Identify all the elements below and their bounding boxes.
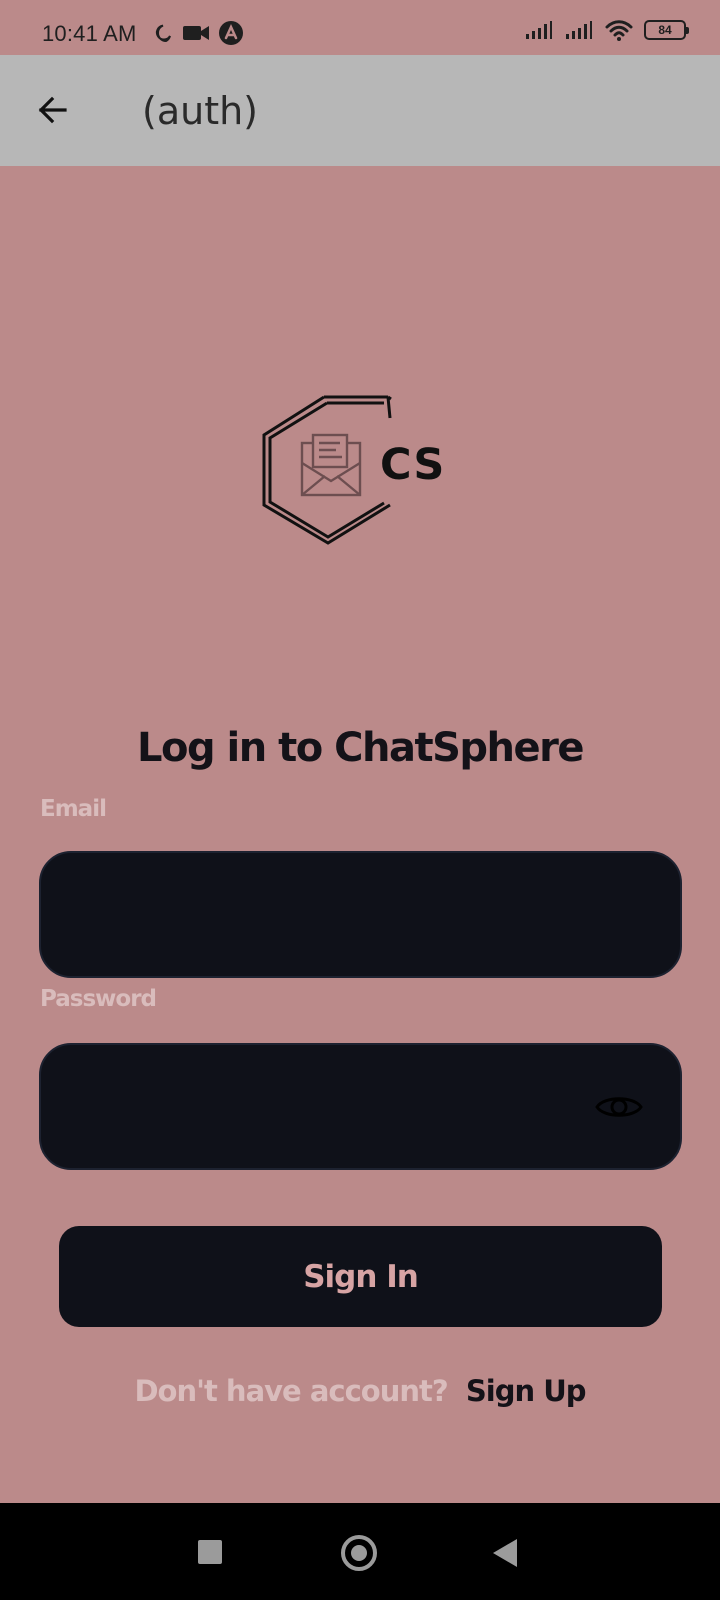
page-route-title: (auth) [142, 89, 259, 133]
back-button[interactable] [30, 87, 76, 133]
password-label: Password [40, 986, 157, 1012]
notification-icon [218, 20, 244, 46]
app-header: (auth) [0, 55, 720, 166]
logo-text: CS [380, 440, 446, 490]
video-icon [182, 23, 210, 43]
square-icon[interactable] [198, 1540, 222, 1564]
moon-icon [150, 21, 174, 45]
email-input[interactable] [39, 851, 682, 978]
signup-row: Don't have account? Sign Up [0, 1374, 720, 1408]
circle-icon[interactable] [341, 1535, 377, 1571]
battery-level: 84 [658, 23, 672, 37]
chatsphere-logo: CS [262, 395, 462, 545]
envelope-icon [300, 433, 362, 497]
status-time: 10:41 AM [42, 21, 137, 46]
password-visibility-toggle[interactable] [592, 1088, 646, 1126]
password-input[interactable] [39, 1043, 682, 1170]
status-right-icons: 84 [524, 18, 689, 42]
login-title: Log in to ChatSphere [136, 725, 585, 771]
signal-icon [564, 19, 594, 41]
eye-icon [594, 1090, 644, 1124]
sign-up-link[interactable]: Sign Up [466, 1374, 587, 1408]
battery-icon: 84 [644, 20, 689, 40]
email-label: Email [40, 796, 107, 822]
signal-icon [524, 19, 554, 41]
back-arrow-icon [32, 89, 74, 131]
status-bar: 10:41 AM 84 [0, 0, 720, 55]
wifi-icon [604, 18, 634, 42]
status-left-icons [150, 20, 244, 46]
back-triangle-icon[interactable] [493, 1539, 517, 1567]
login-screen: 10:41 AM 84 (auth) CS Log in to ChatSphe… [0, 0, 720, 1600]
signup-prompt: Don't have account? [134, 1374, 448, 1408]
sign-in-button[interactable]: Sign In [59, 1226, 662, 1327]
